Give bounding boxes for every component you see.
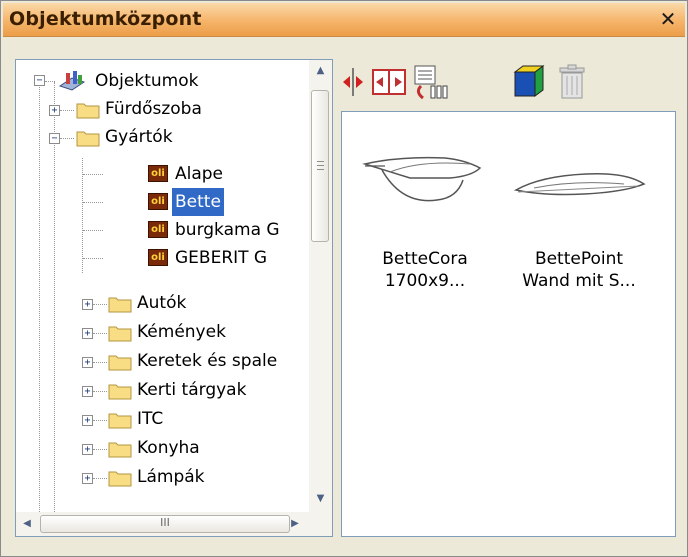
tree-vertical-scrollbar[interactable]: ▲ ▼	[309, 60, 332, 512]
scroll-right-arrow-icon[interactable]: ▶	[284, 512, 306, 536]
folder-expand-toggle[interactable]: +	[82, 415, 93, 426]
tree-item-konyha[interactable]: Konyha	[134, 434, 203, 462]
tree-area: − Objektumok + Fürdőszoba − Gyártók oli …	[16, 60, 310, 512]
folder-icon	[76, 103, 100, 119]
object-library-icon: oli	[148, 165, 168, 182]
folder-expand-toggle[interactable]: +	[49, 105, 60, 116]
list-view-icon[interactable]	[413, 64, 449, 100]
horizontal-scroll-thumb[interactable]: III	[40, 515, 290, 533]
tree-item-autok[interactable]: Autók	[134, 289, 189, 317]
tree-line	[93, 449, 107, 450]
folder-expand-toggle[interactable]: +	[82, 357, 93, 368]
tree-line	[93, 333, 107, 334]
object-tree[interactable]: − Objektumok + Fürdőszoba − Gyártók oli …	[15, 59, 333, 537]
folder-collapse-toggle[interactable]: −	[49, 133, 60, 144]
tree-line	[83, 174, 103, 175]
fit-width-icon[interactable]	[371, 64, 407, 100]
tree-line	[39, 82, 40, 512]
object-name: BetteCora	[382, 249, 468, 269]
tree-item-keretek[interactable]: Keretek és spale	[134, 347, 280, 375]
object-item[interactable]: BetteCora 1700x9...	[350, 132, 500, 322]
object-name: Wand mit S...	[522, 271, 636, 291]
tree-item-kerti-targyak[interactable]: Kerti tárgyak	[134, 376, 249, 404]
root-collapse-toggle[interactable]: −	[34, 75, 45, 86]
tree-line	[83, 258, 103, 259]
tree-line	[93, 391, 107, 392]
bathtub-thumbnail-icon	[362, 156, 482, 202]
tree-item-lampak[interactable]: Lámpák	[134, 463, 208, 491]
object-library-icon: oli	[148, 221, 168, 238]
tree-line	[60, 138, 74, 139]
tree-item-alape[interactable]: Alape	[172, 160, 226, 188]
tree-line	[93, 420, 107, 421]
tree-line	[93, 478, 107, 479]
object-library-icon: oli	[148, 249, 168, 266]
scroll-up-arrow-icon[interactable]: ▲	[309, 60, 332, 82]
folder-icon	[108, 297, 132, 313]
tree-root-label[interactable]: Objektumok	[92, 67, 201, 95]
folder-expand-toggle[interactable]: +	[82, 444, 93, 455]
tree-line	[93, 304, 107, 305]
trash-icon[interactable]	[557, 64, 587, 100]
folder-icon	[108, 355, 132, 371]
window-title: Objektumközpont	[9, 8, 202, 30]
tree-line	[45, 81, 55, 82]
tree-item-burgkama[interactable]: burgkama G	[172, 216, 283, 244]
move-left-right-icon[interactable]	[341, 64, 365, 100]
tree-item-furdoszoba[interactable]: Fürdőszoba	[102, 95, 205, 123]
3d-view-icon[interactable]	[511, 64, 547, 100]
tree-item-gyartok[interactable]: Gyártók	[102, 123, 176, 151]
tree-horizontal-scrollbar[interactable]: ◀ III ▶	[16, 512, 332, 536]
folder-icon	[108, 471, 132, 487]
thumb-grip	[317, 169, 324, 170]
tree-line	[54, 82, 55, 512]
tree-line	[82, 158, 83, 273]
scroll-down-arrow-icon[interactable]: ▼	[309, 488, 332, 510]
object-center-panel: Objektumközpont ✕ − Objektumok + Fürdősz…	[0, 0, 688, 557]
folder-expand-toggle[interactable]: +	[82, 386, 93, 397]
scroll-left-arrow-icon[interactable]: ◀	[16, 512, 38, 536]
title-bar[interactable]: Objektumközpont ✕	[3, 3, 685, 37]
folder-icon	[108, 413, 132, 429]
object-name: 1700x9...	[384, 271, 466, 291]
tree-item-bette[interactable]: Bette	[172, 188, 224, 216]
bathtub-thumbnail-icon	[513, 172, 646, 196]
thumb-grip	[317, 165, 324, 166]
folder-icon	[108, 384, 132, 400]
folder-icon	[108, 442, 132, 458]
tree-line	[83, 230, 103, 231]
folder-icon	[76, 131, 100, 147]
tree-line	[93, 362, 107, 363]
tree-item-geberit[interactable]: GEBERIT G	[172, 244, 270, 272]
vertical-scroll-thumb[interactable]	[311, 90, 329, 242]
close-button[interactable]: ✕	[657, 7, 679, 31]
thumb-grip	[317, 161, 324, 162]
folder-expand-toggle[interactable]: +	[82, 328, 93, 339]
object-preview-list[interactable]: BetteCora 1700x9... BettePoint Wand mit …	[341, 111, 676, 537]
tree-item-kemenyek[interactable]: Kémények	[134, 318, 229, 346]
folder-expand-toggle[interactable]: +	[82, 299, 93, 310]
tree-line	[60, 110, 74, 111]
tree-line	[83, 202, 103, 203]
folder-expand-toggle[interactable]: +	[82, 473, 93, 484]
object-library-icon: oli	[148, 193, 168, 210]
objects-root-icon	[58, 71, 86, 91]
object-name: BettePoint	[534, 249, 624, 269]
object-item[interactable]: BettePoint Wand mit S...	[504, 132, 654, 322]
tree-item-itc[interactable]: ITC	[134, 405, 166, 433]
folder-icon	[108, 326, 132, 342]
